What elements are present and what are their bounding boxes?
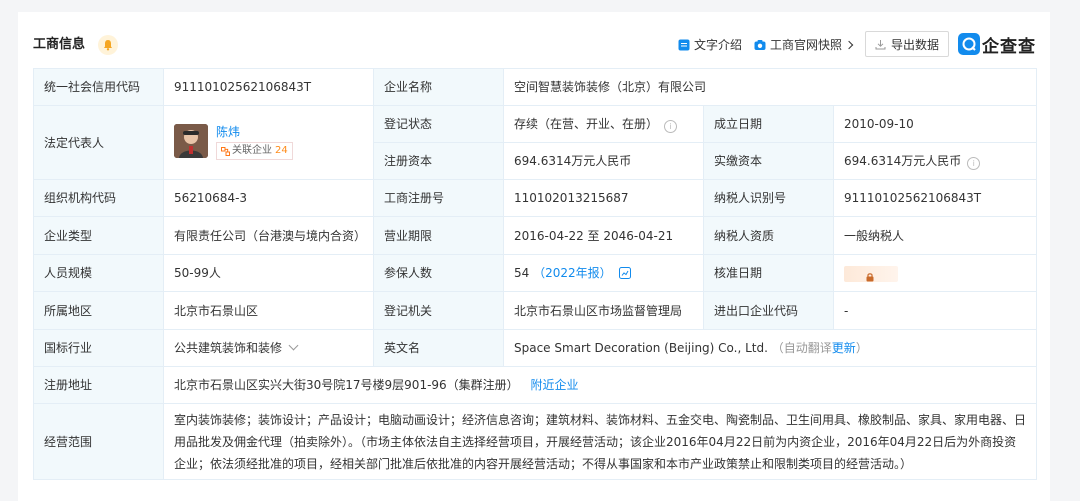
legal-rep-label: 法定代表人 xyxy=(33,105,164,180)
region-value: 北京市石景山区 xyxy=(163,291,374,330)
reg-address-label: 注册地址 xyxy=(33,366,164,404)
region-label: 所属地区 xyxy=(33,291,164,330)
insured-label: 参保人数 xyxy=(373,254,504,292)
taxpayer-id-value: 91110102562106843T xyxy=(832,179,1038,217)
chevron-down-icon xyxy=(288,340,299,351)
credit-code-value: 91110102562106843T xyxy=(163,68,374,106)
biz-term-label: 营业期限 xyxy=(373,216,504,255)
table-row: 统一社会信用代码 91110102562106843T 企业名称 空间智慧装饰装… xyxy=(33,68,1038,106)
chart-icon[interactable] xyxy=(619,267,632,279)
link-icon xyxy=(221,146,230,156)
locked-value[interactable] xyxy=(844,265,898,282)
english-name-cell: Space Smart Decoration (Beijing) Co., Lt… xyxy=(502,329,1038,367)
biz-term-value: 2016-04-22 至 2046-04-21 xyxy=(503,216,704,255)
reg-authority-value: 北京市石景山区市场监督管理局 xyxy=(503,291,704,330)
staff-size-label: 人员规模 xyxy=(33,254,164,292)
import-export-label: 进出口企业代码 xyxy=(703,291,834,330)
text-intro-label: 文字介绍 xyxy=(694,38,743,52)
credit-code-label: 统一社会信用代码 xyxy=(33,68,164,106)
company-type-label: 企业类型 xyxy=(33,216,164,255)
industry-label: 国标行业 xyxy=(33,329,164,367)
english-name-label: 英文名 xyxy=(373,329,504,367)
business-info-card: 工商信息 文字介绍 工商官网快照 导出数据 企查查 统一社会信用代码 91110… xyxy=(18,12,1050,501)
info-icon[interactable]: i xyxy=(664,120,678,133)
reg-status-cell: 存续（在营、开业、在册） i xyxy=(503,105,704,143)
found-date-label: 成立日期 xyxy=(703,105,834,143)
table-row: 国标行业 公共建筑装饰和装修 英文名 Space Smart Decoratio… xyxy=(33,329,1038,367)
industry-value: 公共建筑装饰和装修 xyxy=(174,341,283,355)
auto-translate-note: （自动翻译 xyxy=(771,341,832,355)
download-icon xyxy=(875,39,886,50)
approval-date-cell xyxy=(832,254,1038,292)
bell-icon[interactable] xyxy=(98,35,118,55)
reg-status-label: 登记状态 xyxy=(373,105,504,143)
related-label: 关联企业 xyxy=(232,145,272,157)
reg-address-value: 北京市石景山区实兴大街30号院17号楼9层901-96（集群注册） xyxy=(174,378,519,392)
export-data-button[interactable]: 导出数据 xyxy=(865,31,949,57)
company-name-value: 空间智慧装饰装修（北京）有限公司 xyxy=(502,68,1038,106)
table-row: 企业类型 有限责任公司（台港澳与境内合资） 营业期限 2016-04-22 至 … xyxy=(33,216,1038,255)
brand-logo-icon xyxy=(958,33,980,55)
close-paren: ） xyxy=(855,341,868,355)
brand-name: 企查查 xyxy=(982,36,1036,57)
reg-address-cell: 北京市石景山区实兴大街30号院17号楼9层901-96（集群注册） 附近企业 xyxy=(162,366,1038,404)
avatar[interactable] xyxy=(174,124,208,159)
annual-report-link[interactable]: （2022年报） xyxy=(533,266,612,280)
table-row: 法定代表人 陈炜 关联企业 24 登记状态 存续（在营、开业、在册） i 成立日期… xyxy=(33,105,1038,180)
biz-scope-value: 室内装饰装修；装饰设计；产品设计；电脑动画设计；经济信息咨询；建筑材料、装饰材料… xyxy=(162,403,1038,480)
qichacha-logo: 企查查 xyxy=(958,32,1036,57)
document-icon xyxy=(678,39,690,51)
industry-cell[interactable]: 公共建筑装饰和装修 xyxy=(163,329,374,367)
org-code-label: 组织机构代码 xyxy=(33,179,164,217)
taxpayer-id-label: 纳税人识别号 xyxy=(703,179,834,217)
import-export-value: - xyxy=(832,291,1038,330)
official-snapshot-button[interactable]: 工商官网快照 xyxy=(754,37,854,53)
nearby-companies-link[interactable]: 附近企业 xyxy=(531,378,579,392)
section-title: 工商信息 xyxy=(33,37,86,52)
table-row: 组织机构代码 56210684-3 工商注册号 110102013215687 … xyxy=(33,179,1038,217)
staff-size-value: 50-99人 xyxy=(163,254,374,292)
biz-scope-label: 经营范围 xyxy=(33,403,164,480)
table-row: 人员规模 50-99人 参保人数 54 （2022年报） 核准日期 xyxy=(33,254,1038,292)
camera-icon xyxy=(754,39,766,51)
snapshot-label: 工商官网快照 xyxy=(770,38,843,52)
paid-capital-cell: 694.6314万元人民币 i xyxy=(832,142,1038,180)
info-icon[interactable]: i xyxy=(967,157,981,170)
found-date-value: 2010-09-10 xyxy=(832,105,1038,143)
approval-date-label: 核准日期 xyxy=(703,254,834,292)
insured-value: 54 xyxy=(514,266,530,280)
table-row: 注册地址 北京市石景山区实兴大街30号院17号楼9层901-96（集群注册） 附… xyxy=(33,366,1038,404)
card-header: 工商信息 文字介绍 工商官网快照 导出数据 企查查 xyxy=(18,12,1050,68)
company-type-value: 有限责任公司（台港澳与境内合资） xyxy=(163,216,374,255)
related-companies-badge[interactable]: 关联企业 24 xyxy=(216,142,293,161)
related-count: 24 xyxy=(275,145,288,157)
reg-no-value: 110102013215687 xyxy=(503,179,704,217)
reg-no-label: 工商注册号 xyxy=(373,179,504,217)
lock-icon xyxy=(865,269,875,287)
insured-cell: 54 （2022年报） xyxy=(503,254,704,292)
org-code-value: 56210684-3 xyxy=(163,179,374,217)
reg-status-value: 存续（在营、开业、在册） xyxy=(514,117,659,131)
reg-authority-label: 登记机关 xyxy=(373,291,504,330)
reg-capital-value: 694.6314万元人民币 xyxy=(503,142,704,180)
english-name-value: Space Smart Decoration (Beijing) Co., Lt… xyxy=(514,341,768,355)
paid-capital-value: 694.6314万元人民币 xyxy=(844,154,962,168)
paid-capital-label: 实缴资本 xyxy=(703,142,834,180)
business-info-table: 统一社会信用代码 91110102562106843T 企业名称 空间智慧装饰装… xyxy=(33,68,1038,480)
taxpayer-qual-value: 一般纳税人 xyxy=(832,216,1038,255)
chevron-right-icon xyxy=(844,40,854,50)
reg-capital-label: 注册资本 xyxy=(373,142,504,180)
company-name-label: 企业名称 xyxy=(373,68,504,106)
table-row: 经营范围 室内装饰装修；装饰设计；产品设计；电脑动画设计；经济信息咨询；建筑材料… xyxy=(33,403,1038,480)
update-link[interactable]: 更新 xyxy=(832,341,856,355)
text-intro-button[interactable]: 文字介绍 xyxy=(678,37,742,53)
taxpayer-qual-label: 纳税人资质 xyxy=(703,216,834,255)
legal-rep-cell: 陈炜 关联企业 24 xyxy=(163,105,374,180)
export-label: 导出数据 xyxy=(890,37,939,52)
table-row: 所属地区 北京市石景山区 登记机关 北京市石景山区市场监督管理局 进出口企业代码… xyxy=(33,291,1038,330)
